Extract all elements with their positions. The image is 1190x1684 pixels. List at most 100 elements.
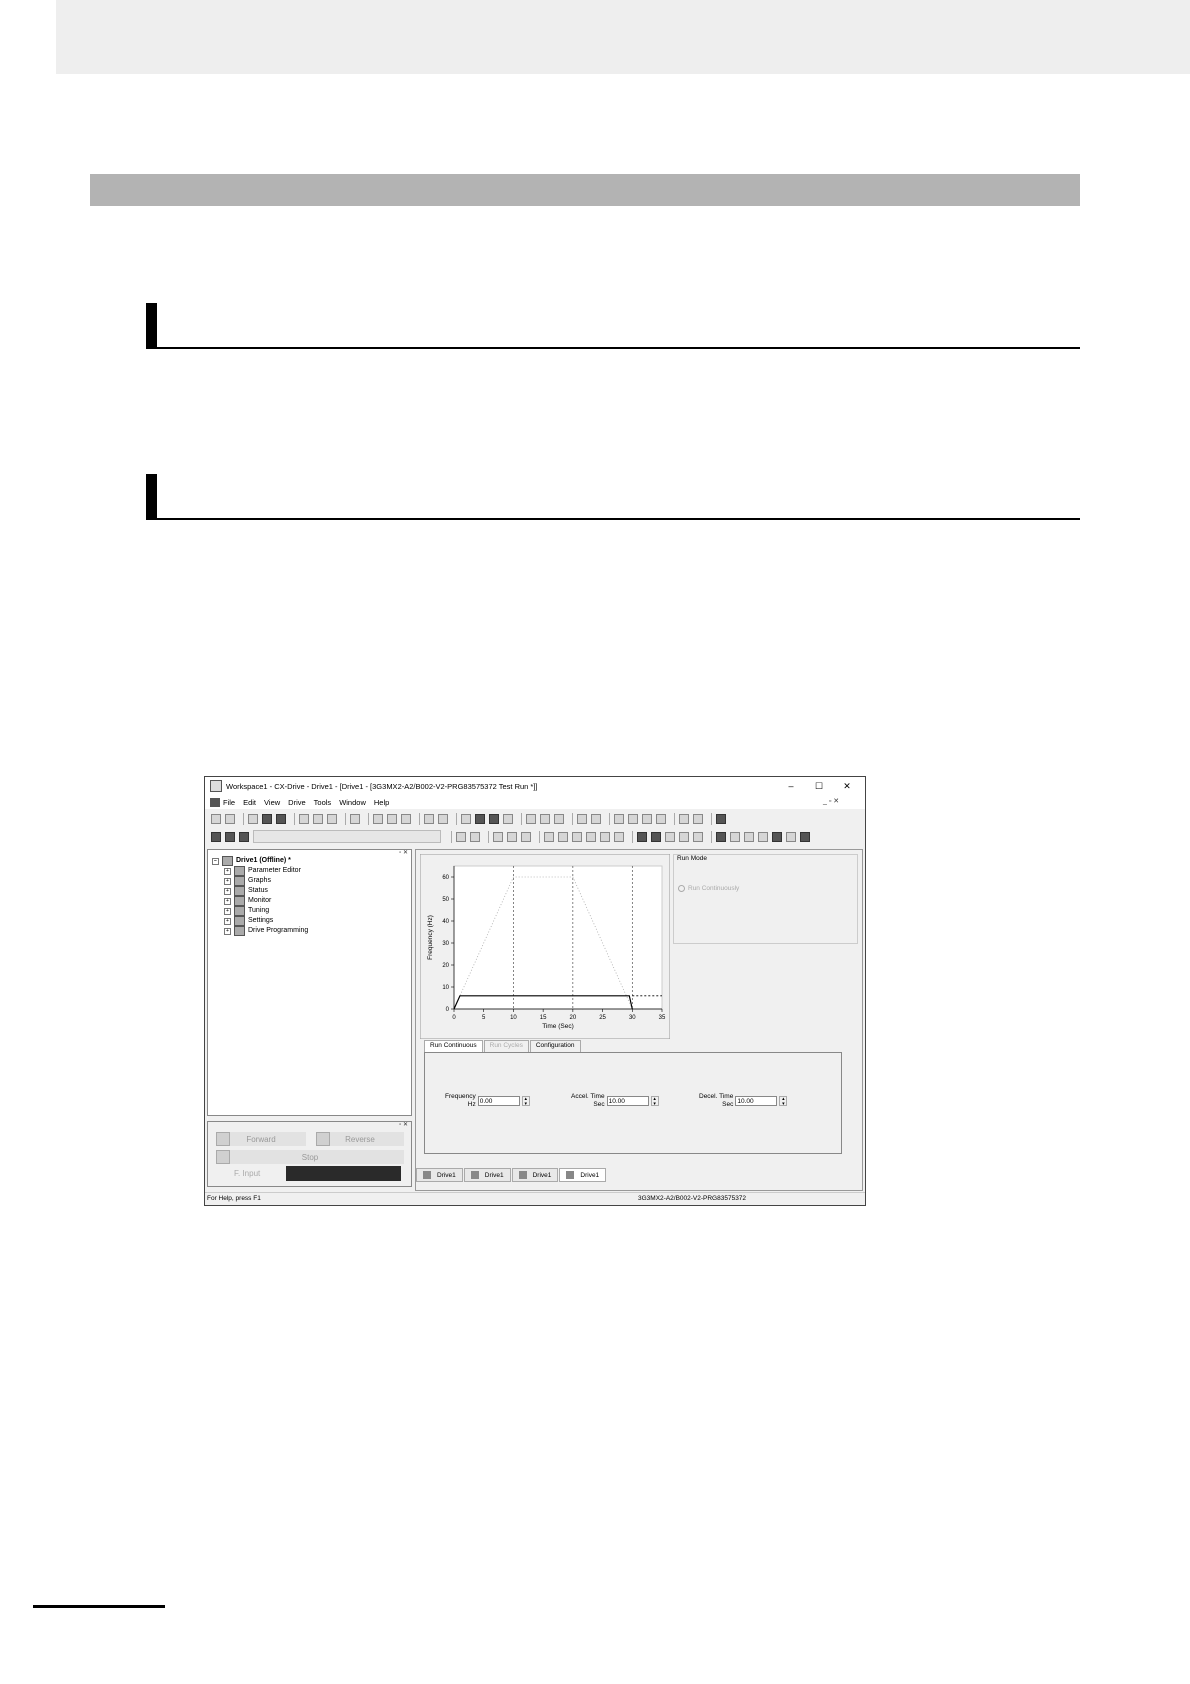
menu-help[interactable]: Help <box>374 798 389 807</box>
align-left-icon[interactable] <box>586 831 596 842</box>
stop-button[interactable]: Stop <box>216 1150 404 1164</box>
calculator-icon[interactable] <box>716 813 726 824</box>
forward-button[interactable]: Forward <box>216 1132 306 1146</box>
tree-item-parameter-editor[interactable]: + Parameter Editor <box>212 866 308 876</box>
open-icon[interactable] <box>248 813 258 824</box>
run-icon[interactable] <box>665 831 675 842</box>
tree-item-status[interactable]: + Status <box>212 886 308 896</box>
menu-drive[interactable]: Drive <box>288 798 306 807</box>
print-preview-icon[interactable] <box>438 813 448 824</box>
target-icon[interactable] <box>772 831 782 842</box>
refresh-icon[interactable] <box>744 831 754 842</box>
trace-icon[interactable] <box>730 831 740 842</box>
accel-time-input[interactable]: 10.00 <box>606 1096 649 1106</box>
tree-item-graphs[interactable]: + Graphs <box>212 876 308 886</box>
tree-item-monitor[interactable]: + Monitor <box>212 896 308 906</box>
find-icon[interactable] <box>461 813 471 824</box>
tree-item-tuning[interactable]: + Tuning <box>212 906 308 916</box>
reverse-button[interactable]: Reverse <box>316 1132 404 1146</box>
frequency-input[interactable]: 0.00 <box>477 1096 520 1106</box>
settings-icon[interactable] <box>591 813 601 824</box>
crosshair-icon[interactable] <box>679 813 689 824</box>
download-icon[interactable] <box>544 831 554 842</box>
menu-edit[interactable]: Edit <box>243 798 256 807</box>
report-icon[interactable] <box>800 831 810 842</box>
online-icon[interactable] <box>211 831 221 842</box>
doc-tab-2[interactable]: Drive1 <box>463 1168 511 1182</box>
maximize-button[interactable]: ☐ <box>805 777 833 795</box>
mdi-controls[interactable]: _ ▫ ✕ <box>823 797 839 805</box>
delete-icon[interactable] <box>521 831 531 842</box>
tools-icon[interactable] <box>470 831 480 842</box>
frequency-spinner[interactable]: ▴ ▾ <box>521 1096 530 1107</box>
window-2-icon[interactable] <box>387 813 397 824</box>
transfer-icon[interactable] <box>554 813 564 824</box>
decel-time-spinner[interactable]: ▴ ▾ <box>779 1096 788 1107</box>
zoom-in-icon[interactable] <box>628 813 638 824</box>
monitor-icon[interactable] <box>577 813 587 824</box>
decel-time-input[interactable]: 10.00 <box>735 1096 778 1106</box>
tab-run-cycles[interactable]: Run Cycles <box>483 1040 529 1052</box>
about-icon[interactable] <box>475 813 485 824</box>
list-icon[interactable] <box>526 813 536 824</box>
context-help-icon[interactable] <box>503 813 513 824</box>
zoom-out-icon[interactable] <box>642 813 652 824</box>
window-1-icon[interactable] <box>373 813 383 824</box>
verify-icon[interactable] <box>572 831 582 842</box>
test-run-tabs: Run Continuous Run Cycles Configuration <box>424 1040 582 1052</box>
meter-icon[interactable] <box>786 831 796 842</box>
menu-window[interactable]: Window <box>339 798 366 807</box>
hand-icon[interactable] <box>693 813 703 824</box>
paste-icon[interactable] <box>327 813 337 824</box>
auto-online-icon[interactable] <box>225 831 235 842</box>
save-all-icon[interactable] <box>276 813 286 824</box>
doc-tab-1[interactable]: Drive1 <box>416 1168 463 1182</box>
doc-tab-4[interactable]: Drive1 <box>559 1168 607 1182</box>
close-button[interactable]: ✕ <box>833 777 861 795</box>
graph-icon[interactable] <box>716 831 726 842</box>
minimize-button[interactable]: – <box>777 777 805 795</box>
compare-icon[interactable] <box>540 813 550 824</box>
compile-icon[interactable] <box>651 831 661 842</box>
tree-item-drive-programming[interactable]: + Drive Programming <box>212 926 308 936</box>
new-file-icon[interactable] <box>211 813 221 824</box>
tab-configuration[interactable]: Configuration <box>529 1040 581 1052</box>
save-icon[interactable] <box>262 813 272 824</box>
zoom-fit-icon[interactable] <box>614 813 624 824</box>
drive-select-combo[interactable] <box>253 830 441 843</box>
window-3-icon[interactable] <box>401 813 411 824</box>
cx-drive-window-screenshot: Workspace1 - CX-Drive - Drive1 - [Drive1… <box>204 776 866 1206</box>
menu-tools[interactable]: Tools <box>314 798 332 807</box>
align-bottom-icon[interactable] <box>614 831 624 842</box>
pause-icon[interactable] <box>679 831 689 842</box>
copy-icon[interactable] <box>313 813 323 824</box>
new-drive-icon[interactable] <box>225 813 235 824</box>
pane-controls[interactable]: ▫ ✕ <box>399 849 408 856</box>
upload-icon[interactable] <box>558 831 568 842</box>
menu-view[interactable]: View <box>264 798 280 807</box>
step-icon[interactable] <box>507 831 517 842</box>
accel-time-spinner[interactable]: ▴ ▾ <box>650 1096 659 1107</box>
work-offline-icon[interactable] <box>239 831 249 842</box>
tree-root[interactable]: − Drive1 (Offline) * <box>212 856 308 866</box>
tab-run-continuous[interactable]: Run Continuous <box>424 1040 483 1052</box>
f-input-label: F. Input <box>234 1169 261 1178</box>
edit-icon[interactable] <box>493 831 503 842</box>
decel-time-field: Decel. Time Sec 10.00 ▴ ▾ <box>699 1093 788 1109</box>
help-icon[interactable] <box>489 813 499 824</box>
warning-icon[interactable] <box>456 831 466 842</box>
pane-controls[interactable]: ▫ ✕ <box>399 1121 408 1128</box>
align-center-icon[interactable] <box>600 831 610 842</box>
menu-file[interactable]: File <box>223 798 235 807</box>
run-continuously-radio[interactable]: Run Continuously <box>678 885 739 892</box>
undo-icon[interactable] <box>350 813 360 824</box>
doc-tab-3[interactable]: Drive1 <box>511 1168 559 1182</box>
back-icon[interactable] <box>693 831 703 842</box>
program-icon[interactable] <box>637 831 647 842</box>
tree-item-settings[interactable]: + Settings <box>212 916 308 926</box>
reset-icon[interactable] <box>758 831 768 842</box>
zoom-reset-icon[interactable] <box>656 813 666 824</box>
print-icon[interactable] <box>424 813 434 824</box>
run-mode-label: Run Mode <box>677 855 707 862</box>
cut-icon[interactable] <box>299 813 309 824</box>
